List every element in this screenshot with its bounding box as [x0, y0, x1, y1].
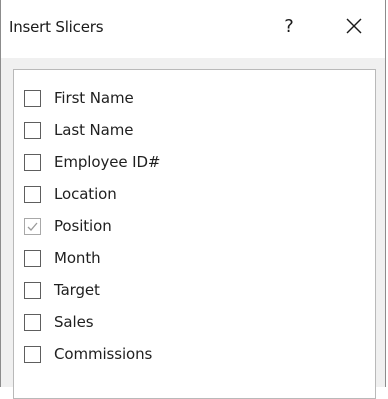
field-label: Commissions [54, 345, 153, 363]
checkbox-checked[interactable] [24, 217, 41, 235]
field-item-position[interactable]: Position [24, 210, 354, 242]
checkbox[interactable] [24, 89, 41, 107]
dialog-title: Insert Slicers [9, 18, 104, 36]
field-label: Sales [54, 313, 94, 331]
checkmark-icon [27, 222, 38, 231]
field-label: Location [54, 185, 117, 203]
checkbox[interactable] [24, 185, 41, 203]
field-label: Position [54, 217, 112, 235]
field-label: Employee ID# [54, 153, 161, 171]
help-button[interactable]: ? [277, 12, 301, 42]
checkbox[interactable] [24, 313, 41, 331]
checkbox[interactable] [24, 345, 41, 363]
checkbox[interactable] [24, 121, 41, 139]
field-item-employee-id[interactable]: Employee ID# [24, 146, 354, 178]
checkbox[interactable] [24, 249, 41, 267]
field-item-location[interactable]: Location [24, 178, 354, 210]
field-list: First Name Last Name Employee ID# Locati… [13, 69, 376, 399]
field-label: Target [54, 281, 100, 299]
field-label: Last Name [54, 121, 134, 139]
close-button[interactable] [337, 12, 371, 42]
checkbox[interactable] [24, 153, 41, 171]
field-item-sales[interactable]: Sales [24, 306, 354, 338]
close-icon [346, 18, 362, 34]
field-item-first-name[interactable]: First Name [24, 82, 354, 114]
field-item-last-name[interactable]: Last Name [24, 114, 354, 146]
insert-slicers-dialog: Insert Slicers ? First Name Last Name Em… [0, 0, 386, 399]
checkbox[interactable] [24, 281, 41, 299]
field-label: First Name [54, 89, 134, 107]
field-item-commissions[interactable]: Commissions [24, 338, 354, 370]
field-label: Month [54, 249, 101, 267]
dialog-titlebar: Insert Slicers ? [1, 0, 385, 58]
field-item-target[interactable]: Target [24, 274, 354, 306]
field-item-month[interactable]: Month [24, 242, 354, 274]
